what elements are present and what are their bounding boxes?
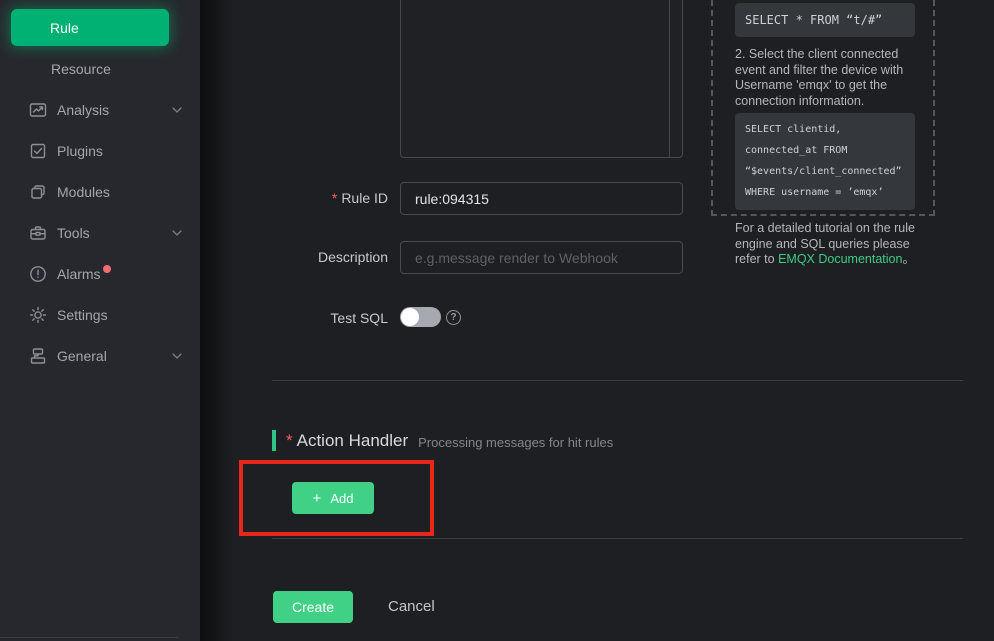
sidebar-item-label: Rule bbox=[50, 20, 79, 36]
sidebar-item-label: Modules bbox=[57, 184, 110, 200]
gear-icon bbox=[29, 306, 47, 324]
editor-scrollbar-gutter[interactable] bbox=[669, 0, 682, 157]
sidebar-footer-divider bbox=[0, 637, 178, 638]
sidebar-item-analysis[interactable]: Analysis bbox=[0, 89, 200, 130]
test-sql-label: Test SQL bbox=[272, 308, 388, 328]
alarm-badge-dot bbox=[103, 265, 111, 273]
action-handler-hint: Processing messages for hit rules bbox=[418, 431, 613, 450]
section-accent-bar bbox=[272, 430, 276, 451]
plus-icon: + bbox=[313, 490, 322, 507]
chevron-down-icon bbox=[172, 107, 182, 113]
section-divider-bottom bbox=[272, 538, 963, 539]
help-paragraph-2: For a detailed tutorial on the rule engi… bbox=[735, 221, 919, 268]
help-paragraph-1: 2. Select the client connected event and… bbox=[735, 47, 919, 109]
plugins-check-icon bbox=[29, 142, 47, 160]
sidebar-item-label: Analysis bbox=[57, 102, 109, 118]
modules-copy-icon bbox=[29, 183, 47, 201]
description-input[interactable] bbox=[400, 241, 683, 274]
sidebar-item-label: Plugins bbox=[57, 143, 103, 159]
sql-example-2-line: connected_at FROM bbox=[745, 140, 909, 161]
sidebar-item-label: Resource bbox=[51, 61, 111, 77]
sql-example-2-line: SELECT clientid, bbox=[745, 119, 909, 140]
sidebar-item-label: Tools bbox=[57, 225, 90, 241]
sidebar-item-label: Settings bbox=[57, 307, 108, 323]
add-action-button[interactable]: + Add bbox=[292, 482, 374, 514]
sidebar-item-resource[interactable]: Resource bbox=[0, 48, 200, 89]
cancel-button[interactable]: Cancel bbox=[388, 591, 435, 623]
sidebar-item-settings[interactable]: Settings bbox=[0, 294, 200, 335]
action-handler-title: *Action Handler bbox=[286, 431, 408, 451]
sidebar-item-label: General bbox=[57, 348, 107, 364]
stack-icon bbox=[29, 347, 47, 365]
emqx-dashboard-rule-create-page: Rule Resource Analysis Plugins bbox=[0, 0, 994, 641]
rule-id-input[interactable] bbox=[400, 182, 683, 215]
sql-example-2-line: “$events/client_connected” bbox=[745, 161, 909, 182]
analysis-chart-icon bbox=[29, 101, 47, 119]
sidebar: Rule Resource Analysis Plugins bbox=[0, 0, 200, 641]
sql-example-2: SELECT clientid, connected_at FROM “$eve… bbox=[735, 113, 915, 210]
sql-editor[interactable] bbox=[400, 0, 683, 158]
sidebar-item-rule-active[interactable]: Rule bbox=[11, 9, 169, 46]
sidebar-item-general[interactable]: General bbox=[0, 335, 200, 376]
test-sql-toggle[interactable] bbox=[400, 307, 441, 327]
sql-example-1: SELECT * FROM “t/#” bbox=[735, 3, 915, 37]
toggle-knob bbox=[401, 308, 419, 326]
emqx-documentation-link[interactable]: EMQX Documentation bbox=[778, 252, 902, 266]
required-asterisk: * bbox=[286, 431, 293, 450]
chevron-down-icon bbox=[172, 353, 182, 359]
sidebar-item-alarms[interactable]: Alarms bbox=[0, 253, 200, 294]
action-handler-header: *Action Handler Processing messages for … bbox=[272, 430, 613, 451]
sidebar-menu: Resource Analysis Plugins bbox=[0, 48, 200, 376]
sidebar-shadow bbox=[200, 0, 234, 641]
create-button[interactable]: Create bbox=[273, 591, 353, 623]
description-label: Description bbox=[272, 241, 388, 274]
rule-id-label: *Rule ID bbox=[272, 182, 388, 215]
chevron-down-icon bbox=[172, 230, 182, 236]
sql-example-2-line: WHERE username = ’emqx’ bbox=[745, 182, 909, 203]
help-question-icon[interactable]: ? bbox=[446, 310, 461, 325]
sidebar-item-plugins[interactable]: Plugins bbox=[0, 130, 200, 171]
section-divider-top bbox=[272, 380, 963, 381]
sidebar-item-label: Alarms bbox=[57, 266, 101, 282]
alarm-circle-icon bbox=[29, 265, 47, 283]
required-asterisk: * bbox=[332, 190, 337, 206]
sidebar-item-modules[interactable]: Modules bbox=[0, 171, 200, 212]
toolbox-icon bbox=[29, 224, 47, 242]
sidebar-item-tools[interactable]: Tools bbox=[0, 212, 200, 253]
